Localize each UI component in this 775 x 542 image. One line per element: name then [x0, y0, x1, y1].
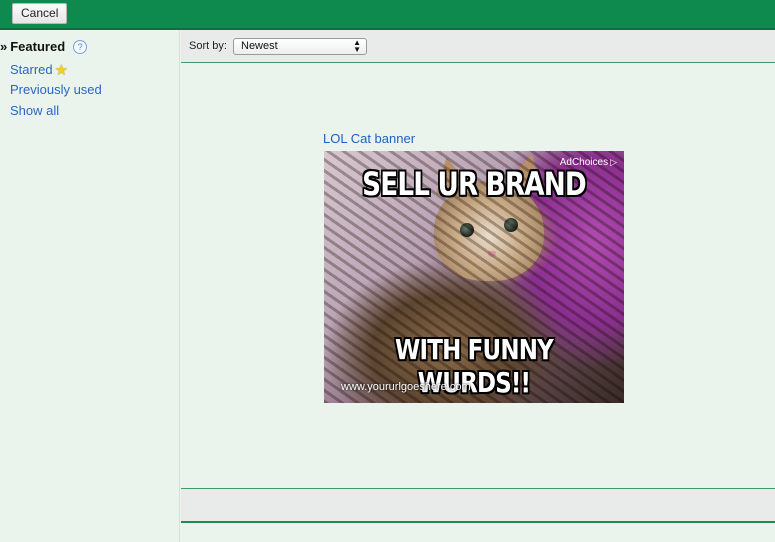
star-icon: ★ — [54, 62, 69, 79]
sidebar-item-label: Previously used — [10, 82, 102, 97]
sidebar-item-label: Starred — [10, 62, 53, 77]
banner-url: www.yoururlgoeshere.com — [341, 381, 471, 393]
sort-select[interactable]: Newest ▲ ▼ — [233, 38, 367, 55]
banner-top-text: SELL UR BRAND — [362, 165, 586, 203]
help-icon[interactable]: ? — [73, 40, 88, 54]
sidebar-item-starred[interactable]: Starred ★ — [10, 61, 68, 79]
current-marker: » — [0, 39, 8, 54]
ad-title-link[interactable]: LOL Cat banner — [323, 131, 415, 146]
adchoices-icon: ▷ — [610, 157, 617, 167]
sidebar-item-label: Featured — [10, 39, 66, 54]
main-panel: Sort by: Newest ▲ ▼ LOL Cat banner AdChoi… — [181, 30, 775, 542]
sort-label: Sort by: — [189, 40, 227, 52]
sidebar-item-show-all[interactable]: Show all — [10, 103, 59, 118]
top-toolbar: Cancel — [0, 0, 775, 30]
sidebar-item-label: Show all — [10, 103, 60, 118]
sidebar: » Featured? Starred ★ Previously used Show… — [0, 30, 180, 542]
ad-banner[interactable]: AdChoices ▷ SELL UR BRAND WITH FUNNY WURD… — [324, 151, 624, 403]
sort-selected-value: Newest — [241, 40, 278, 52]
sort-bar: Sort by: Newest ▲ ▼ — [181, 30, 775, 63]
cancel-button[interactable]: Cancel — [12, 3, 68, 24]
sidebar-item-previously-used[interactable]: Previously used — [10, 82, 102, 97]
sidebar-item-featured[interactable]: » Featured? — [0, 39, 88, 54]
select-arrows-icon: ▲ ▼ — [353, 38, 361, 54]
footer-bar — [181, 488, 775, 523]
